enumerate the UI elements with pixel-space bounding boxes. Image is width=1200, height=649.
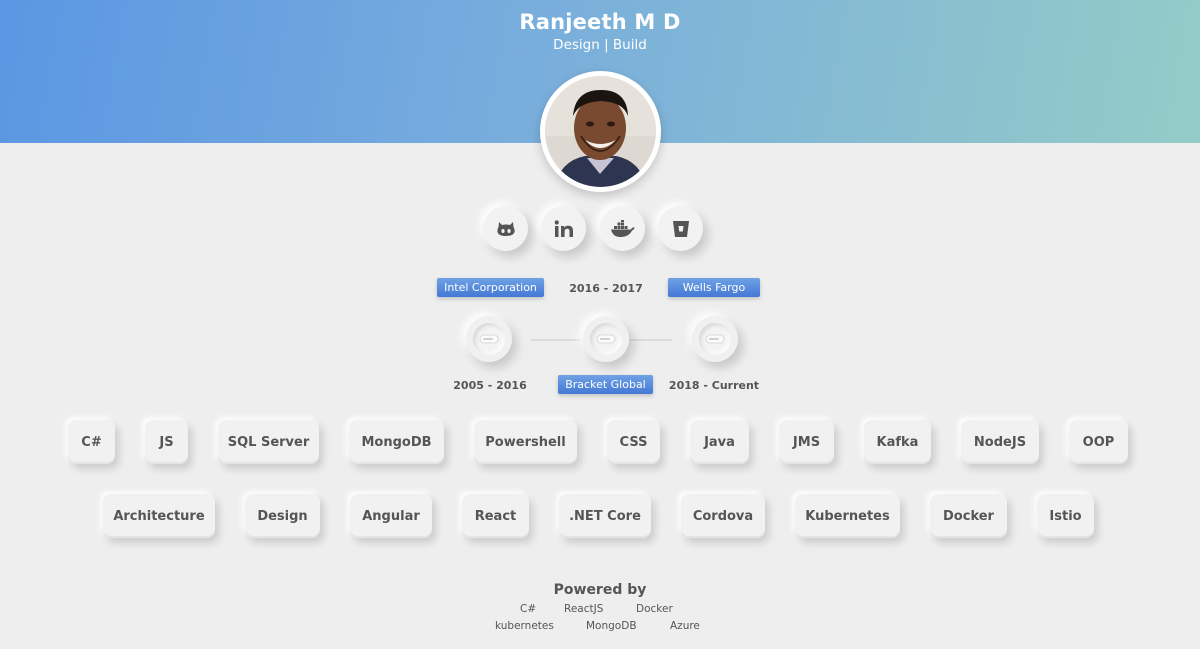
timeline-node-marker — [699, 323, 731, 355]
timeline-node-marker — [590, 323, 622, 355]
skill-chip[interactable]: Java — [690, 420, 749, 464]
skill-chip[interactable]: Istio — [1037, 494, 1094, 538]
docker-button[interactable] — [600, 206, 645, 251]
skill-chip[interactable]: JMS — [779, 420, 834, 464]
briefcase-icon — [479, 334, 499, 344]
bitbucket-icon — [672, 220, 689, 237]
social-links — [483, 206, 723, 252]
timeline-years-wells-fargo: 2018 - Current — [668, 379, 760, 392]
skill-chip[interactable]: .NET Core — [559, 494, 651, 538]
linkedin-icon — [554, 219, 573, 237]
timeline-company-wells-fargo[interactable]: Wells Fargo — [668, 278, 760, 297]
timeline-node-bracket[interactable] — [583, 316, 629, 362]
timeline-company-intel[interactable]: Intel Corporation — [437, 278, 544, 297]
footer-title: Powered by — [553, 582, 647, 598]
bitbucket-button[interactable] — [658, 206, 703, 251]
timeline-connector — [630, 339, 672, 341]
skill-chip[interactable]: Powershell — [474, 420, 577, 464]
timeline-connector — [531, 339, 581, 341]
footer-tech: ReactJS — [564, 603, 604, 615]
skill-chip[interactable]: JS — [145, 420, 188, 464]
skill-chip[interactable]: SQL Server — [218, 420, 319, 464]
github-button[interactable] — [483, 206, 528, 251]
skill-chip[interactable]: MongoDB — [349, 420, 444, 464]
skill-chip[interactable]: NodeJS — [961, 420, 1039, 464]
skill-chip[interactable]: OOP — [1069, 420, 1128, 464]
skills-row-1: C# JS SQL Server MongoDB Powershell CSS … — [0, 420, 1200, 466]
skill-chip[interactable]: Docker — [930, 494, 1007, 538]
profile-tagline: Design | Build — [553, 37, 647, 53]
briefcase-icon — [596, 334, 616, 344]
timeline-years-intel: 2005 - 2016 — [453, 379, 527, 392]
footer-tech: C# — [520, 603, 537, 615]
timeline-company-bracket[interactable]: Bracket Global — [558, 375, 653, 394]
skill-chip[interactable]: Angular — [350, 494, 432, 538]
skill-chip[interactable]: C# — [68, 420, 115, 464]
avatar — [540, 71, 661, 192]
linkedin-button[interactable] — [541, 206, 586, 251]
skill-chip[interactable]: Cordova — [681, 494, 765, 538]
docker-icon — [610, 219, 634, 237]
profile-photo — [545, 76, 656, 187]
footer-tech: Azure — [670, 620, 700, 632]
profile-name: Ranjeeth M D — [519, 10, 681, 34]
timeline-node-intel[interactable] — [466, 316, 512, 362]
footer-tech: Docker — [636, 603, 673, 615]
skill-chip[interactable]: Architecture — [103, 494, 215, 538]
skill-chip[interactable]: Kafka — [864, 420, 931, 464]
timeline-node-wells-fargo[interactable] — [692, 316, 738, 362]
footer-tech: MongoDB — [586, 620, 637, 632]
skill-chip[interactable]: React — [462, 494, 529, 538]
timeline-years-bracket: 2016 - 2017 — [569, 282, 643, 295]
footer-tech: kubernetes — [495, 620, 554, 632]
skill-chip[interactable]: Design — [245, 494, 320, 538]
timeline-node-marker — [473, 323, 505, 355]
skill-chip[interactable]: Kubernetes — [795, 494, 900, 538]
skills-row-2: Architecture Design Angular React .NET C… — [0, 494, 1200, 540]
github-icon — [496, 221, 515, 236]
career-timeline: Intel Corporation 2016 - 2017 Wells Farg… — [0, 270, 1200, 400]
skill-chip[interactable]: CSS — [607, 420, 660, 464]
briefcase-icon — [705, 334, 725, 344]
